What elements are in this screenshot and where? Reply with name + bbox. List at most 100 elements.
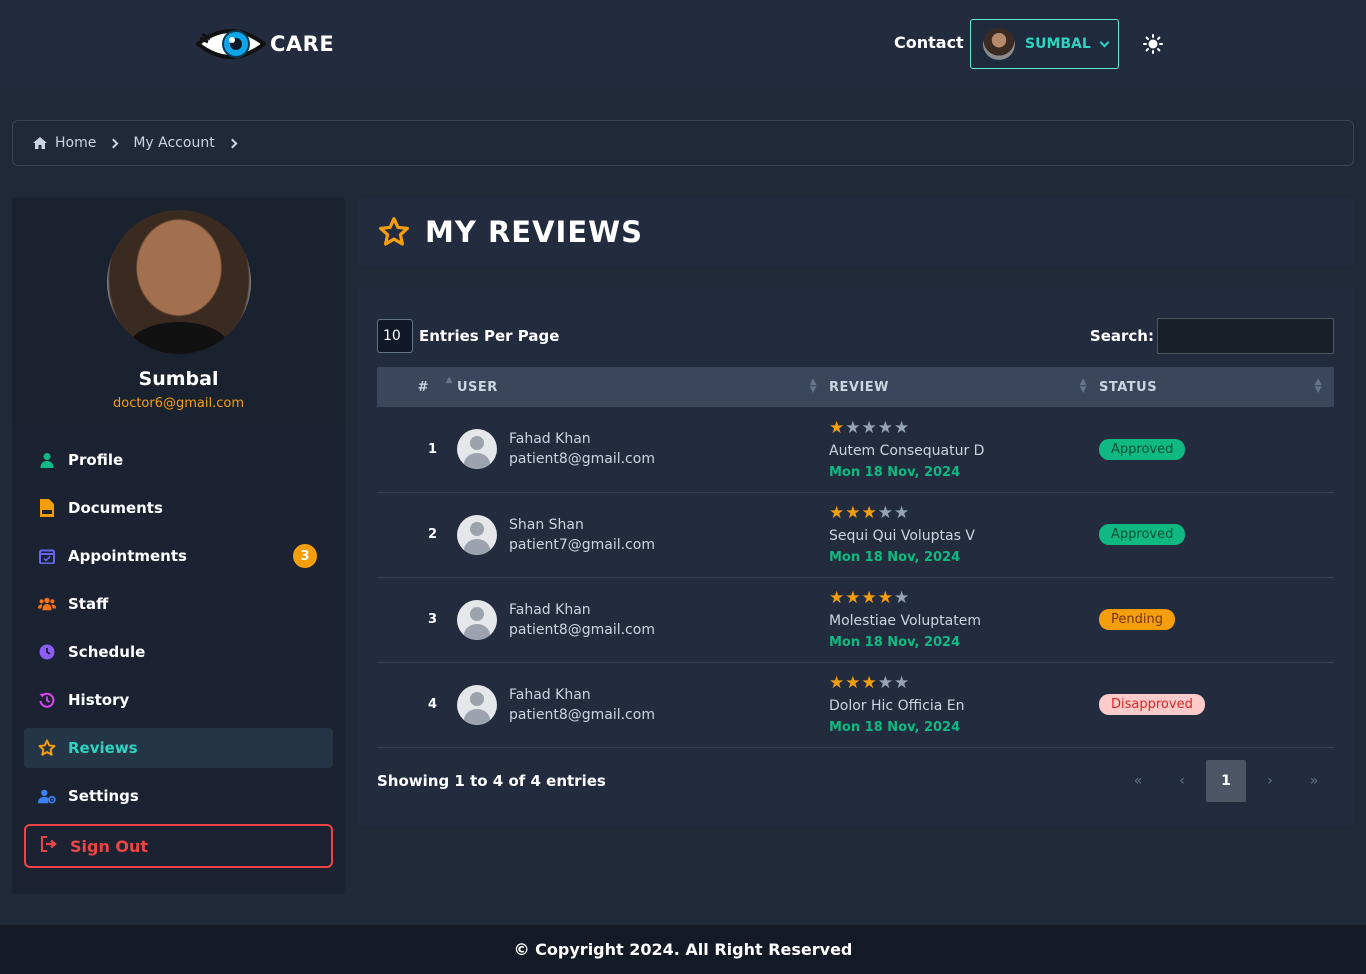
profile-email: doctor6@gmail.com <box>112 396 245 411</box>
breadcrumb-home[interactable]: Home <box>55 135 96 151</box>
sidebar-item-documents[interactable]: Documents <box>24 488 333 528</box>
status-badge: Pending <box>1099 609 1175 630</box>
brand-name: CARE <box>270 32 335 56</box>
table-header-row: # ▲ USER ▲ ▼ REVIEW ▲ ▼ STATUS ▲ ▼ <box>377 367 1334 407</box>
user-cell: Shan Shan patient7@gmail.com <box>457 492 829 577</box>
sidebar-item-label: Documents <box>68 499 163 517</box>
table-row[interactable]: 3 Fahad Khan patient8@gmail.com ★★★★★ Molest… <box>377 577 1334 662</box>
table-row[interactable]: 4 Fahad Khan patient8@gmail.com ★★★★★ Dolor … <box>377 662 1334 747</box>
chevron-down-icon <box>1099 37 1110 47</box>
review-date: Mon 18 Nov, 2024 <box>829 464 961 480</box>
review-date: Mon 18 Nov, 2024 <box>829 635 961 650</box>
star-icon: ★ <box>894 588 911 608</box>
eye-icon <box>196 29 266 59</box>
sidebar-item-label: Profile <box>68 451 124 469</box>
row-number: 2 <box>427 527 437 542</box>
sidebar-item-profile[interactable]: Profile <box>24 440 333 480</box>
user-email: patient8@gmail.com <box>509 451 655 468</box>
status-cell: Disapproved <box>1099 662 1334 747</box>
chevron-right-icon <box>108 138 119 148</box>
page-header: MY REVIEWS <box>357 198 1354 266</box>
column-header-num[interactable]: # ▲ <box>377 367 457 407</box>
last-page-button[interactable]: » <box>1294 760 1334 802</box>
user-cell: Fahad Khan patient8@gmail.com <box>457 662 829 747</box>
star-icon: ★ <box>894 673 911 693</box>
column-header-review[interactable]: REVIEW ▲ ▼ <box>829 367 1099 407</box>
users-icon <box>38 595 56 613</box>
user-gear-icon <box>38 787 56 805</box>
user-name: Shan Shan <box>509 516 584 533</box>
row-number: 3 <box>427 612 437 627</box>
rating-stars: ★★★★★ <box>829 674 1099 692</box>
star-icon: ★ <box>861 588 878 608</box>
breadcrumb: Home My Account <box>12 120 1354 166</box>
first-page-button[interactable]: « <box>1118 760 1158 802</box>
reviews-card: 10 Entries Per Page Search: # ▲ USER ▲ ▼ … <box>357 288 1354 826</box>
status-badge: Approved <box>1099 438 1186 460</box>
sort-icon: ▲ ▼ <box>1079 377 1087 395</box>
user-menu-button[interactable]: SUMBAL <box>970 19 1119 69</box>
table-row[interactable]: 1 Fahad Khan patient8@gmail.com ★★★★★ Autem … <box>377 407 1334 492</box>
sun-icon[interactable] <box>1143 34 1163 54</box>
home-icon <box>33 137 47 149</box>
column-header-status[interactable]: STATUS ▲ ▼ <box>1099 367 1334 407</box>
profile-name: Sumbal <box>138 368 219 390</box>
star-icon: ★ <box>861 673 878 693</box>
next-page-button[interactable]: › <box>1250 760 1290 802</box>
user-email: patient7@gmail.com <box>509 536 655 553</box>
rating-stars: ★★★★★ <box>829 504 1099 522</box>
sidebar-item-staff[interactable]: Staff <box>24 584 333 624</box>
star-icon: ★ <box>845 503 862 523</box>
user-name: Fahad Khan <box>509 686 591 703</box>
pdf-icon <box>38 499 56 517</box>
sidebar-item-label: Appointments <box>68 547 187 565</box>
entries-per-page-select[interactable]: 10 <box>377 319 413 353</box>
breadcrumb-account[interactable]: My Account <box>133 135 214 151</box>
star-icon <box>38 739 56 757</box>
user-name: Fahad Khan <box>509 431 591 448</box>
table-row[interactable]: 2 Shan Shan patient7@gmail.com ★★★★★ Sequi Q… <box>377 492 1334 577</box>
profile-photo <box>106 210 251 354</box>
notification-badge: 3 <box>293 544 317 568</box>
chevron-right-icon <box>227 138 238 148</box>
rating-stars: ★★★★★ <box>829 589 1099 607</box>
sidebar-item-schedule[interactable]: Schedule <box>24 632 333 672</box>
star-icon: ★ <box>845 588 862 608</box>
review-cell: ★★★★★ Dolor Hic Officia En Mon 18 Nov, 202… <box>829 662 1099 747</box>
status-badge: Approved <box>1099 524 1186 545</box>
page-1-button[interactable]: 1 <box>1206 759 1246 802</box>
column-header-user[interactable]: USER ▲ ▼ <box>457 367 829 407</box>
user-cell: Fahad Khan patient8@gmail.com <box>457 407 829 492</box>
status-cell: Approved <box>1099 492 1334 577</box>
review-text: Dolor Hic Officia En <box>829 698 965 714</box>
prev-page-button[interactable]: ‹ <box>1162 760 1202 802</box>
search-input[interactable] <box>1157 318 1334 354</box>
brand-logo[interactable]: CARE <box>196 24 334 64</box>
review-cell: ★★★★★ Molestiae Voluptatem Mon 18 Nov, 202… <box>829 577 1099 662</box>
entries-per-page-label: Entries Per Page <box>419 327 560 345</box>
sidebar-item-history[interactable]: History <box>24 680 333 720</box>
sidebar-item-label: Reviews <box>68 739 138 757</box>
avatar <box>457 684 497 725</box>
sidebar-item-label: Staff <box>68 595 109 613</box>
status-cell: Pending <box>1099 577 1334 662</box>
star-icon: ★ <box>894 417 911 438</box>
review-date: Mon 18 Nov, 2024 <box>829 720 961 735</box>
profile-card: Sumbal doctor6@gmail.com <box>12 198 345 426</box>
sidebar: Sumbal doctor6@gmail.com Profile Document… <box>12 198 345 894</box>
top-header: CARE Contact SUMBAL <box>0 0 1366 88</box>
rating-stars: ★★★★★ <box>829 419 1099 437</box>
clock-icon <box>38 643 56 661</box>
sort-icon: ▲ <box>445 375 453 385</box>
sidebar-item-settings[interactable]: Settings <box>24 776 333 816</box>
footer-copyright: © Copyright 2024. All Right Reserved <box>0 925 1366 974</box>
user-menu-name: SUMBAL <box>1025 36 1091 52</box>
sign-out-button[interactable]: Sign Out <box>24 824 333 868</box>
star-icon: ★ <box>894 503 911 523</box>
review-text: Sequi Qui Voluptas V <box>829 528 975 544</box>
star-icon: ★ <box>845 673 862 693</box>
sidebar-item-reviews[interactable]: Reviews <box>24 728 333 768</box>
star-icon: ★ <box>829 673 846 693</box>
sidebar-item-appointments[interactable]: Appointments 3 <box>24 536 333 576</box>
contact-link[interactable]: Contact <box>894 33 964 52</box>
